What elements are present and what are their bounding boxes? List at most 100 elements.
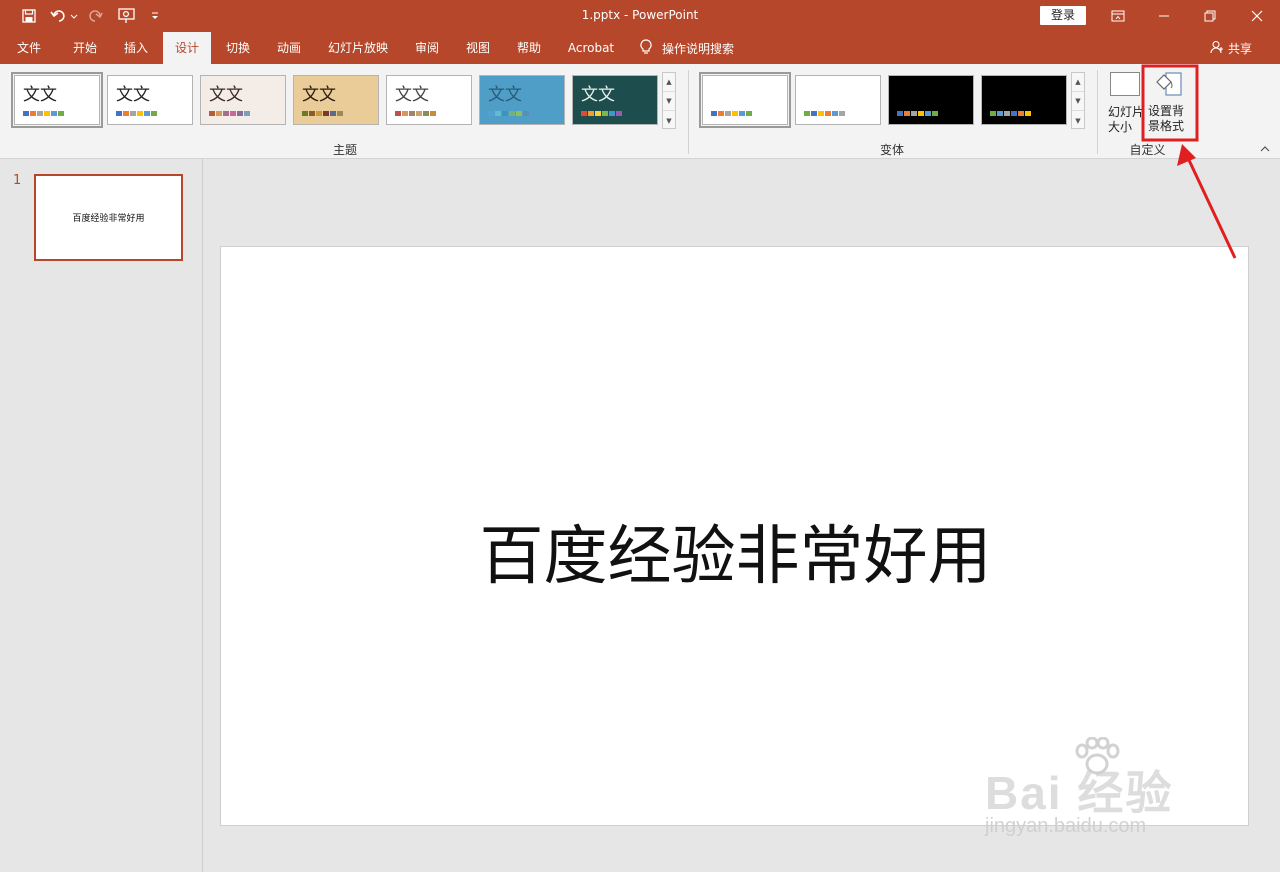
- color-swatch: [609, 111, 615, 116]
- color-swatch: [409, 111, 415, 116]
- collapse-ribbon-icon[interactable]: [1259, 143, 1273, 155]
- variant-4[interactable]: [981, 75, 1067, 125]
- theme-sample-text: 文文: [23, 85, 57, 105]
- themes-group-label: 主题: [332, 143, 357, 157]
- slide-size-button[interactable]: 幻灯片 大小: [1104, 70, 1144, 138]
- ribbon-display-options-icon[interactable]: [1095, 0, 1141, 32]
- start-from-beginning-icon[interactable]: [116, 6, 138, 26]
- tab-slideshow[interactable]: 幻灯片放映: [318, 32, 398, 64]
- slide-title-text[interactable]: 百度经验非常好用: [221, 505, 1250, 597]
- theme-color-swatches: [488, 111, 529, 116]
- minimize-icon[interactable]: [1141, 0, 1187, 32]
- customize-group-label: 自定义: [1129, 143, 1166, 157]
- scroll-up-icon[interactable]: ▲: [1072, 73, 1084, 92]
- color-swatch: [897, 111, 903, 116]
- color-swatch: [1011, 111, 1017, 116]
- tab-view[interactable]: 视图: [454, 32, 502, 64]
- group-divider: [1097, 70, 1098, 154]
- color-swatch: [711, 111, 717, 116]
- color-swatch: [739, 111, 745, 116]
- watermark-url: jingyan.baidu.com: [985, 815, 1147, 837]
- theme-sample-text: 文文: [302, 85, 336, 105]
- variants-group-label: 变体: [879, 143, 904, 157]
- color-swatch: [990, 111, 996, 116]
- theme-sample-text: 文文: [209, 85, 243, 105]
- format-background-icon: [1154, 70, 1184, 100]
- theme-blue-pattern[interactable]: 文文: [479, 75, 565, 125]
- color-swatch: [904, 111, 910, 116]
- slide-thumbnail-panel: 1 百度经验非常好用: [0, 159, 203, 872]
- tab-home[interactable]: 开始: [60, 32, 110, 64]
- save-icon[interactable]: [18, 6, 40, 26]
- login-button[interactable]: 登录: [1040, 6, 1086, 25]
- color-swatch: [423, 111, 429, 116]
- format-background-button[interactable]: 设置背 景格式: [1144, 68, 1196, 140]
- color-swatch: [725, 111, 731, 116]
- tab-design[interactable]: 设计: [163, 32, 211, 64]
- tab-insert[interactable]: 插入: [112, 32, 160, 64]
- gallery-more-icon[interactable]: ▼: [1072, 111, 1084, 130]
- gallery-more-icon[interactable]: ▼: [663, 111, 675, 130]
- scroll-down-icon[interactable]: ▼: [1072, 92, 1084, 111]
- color-swatch: [223, 111, 229, 116]
- theme-office[interactable]: 文文: [11, 72, 103, 128]
- color-swatch: [581, 111, 587, 116]
- slide-thumbnail[interactable]: 百度经验非常好用: [34, 174, 183, 261]
- theme-color-swatches: [395, 111, 436, 116]
- tab-transitions[interactable]: 切换: [214, 32, 262, 64]
- color-swatch: [137, 111, 143, 116]
- variant-color-swatches: [804, 111, 845, 116]
- color-swatch: [918, 111, 924, 116]
- theme-orange-line[interactable]: 文文: [386, 75, 472, 125]
- color-swatch: [997, 111, 1003, 116]
- group-divider: [688, 70, 689, 154]
- tab-file[interactable]: 文件: [4, 32, 54, 64]
- color-swatch: [825, 111, 831, 116]
- color-swatch: [309, 111, 315, 116]
- color-swatch: [130, 111, 136, 116]
- share-label: 共享: [1228, 41, 1253, 56]
- color-swatch: [230, 111, 236, 116]
- tell-me-label: 操作说明搜索: [662, 41, 735, 56]
- color-swatch: [216, 111, 222, 116]
- tab-acrobat[interactable]: Acrobat: [560, 32, 622, 64]
- close-icon[interactable]: [1234, 0, 1280, 32]
- color-swatch: [804, 111, 810, 116]
- ribbon-tab-bar: 文件 开始 插入 设计 切换 动画 幻灯片放映 审阅 视图 帮助 Acrobat…: [0, 32, 1280, 64]
- restore-icon[interactable]: [1187, 0, 1233, 32]
- themes-gallery-scroll[interactable]: ▲ ▼ ▼: [662, 72, 676, 129]
- tab-animations[interactable]: 动画: [264, 32, 314, 64]
- undo-icon[interactable]: [48, 6, 80, 26]
- theme-office-2[interactable]: 文文: [107, 75, 193, 125]
- scroll-down-icon[interactable]: ▼: [663, 92, 675, 111]
- theme-dark-teal[interactable]: 文文: [572, 75, 658, 125]
- color-swatch: [58, 111, 64, 116]
- variant-3[interactable]: [888, 75, 974, 125]
- theme-color-swatches: [302, 111, 343, 116]
- color-swatch: [302, 111, 308, 116]
- variant-2[interactable]: [795, 75, 881, 125]
- color-swatch: [337, 111, 343, 116]
- theme-color-swatches: [116, 111, 157, 116]
- color-swatch: [932, 111, 938, 116]
- theme-sample-text: 文文: [116, 85, 150, 105]
- variants-gallery-scroll[interactable]: ▲ ▼ ▼: [1071, 72, 1085, 129]
- theme-color-swatches: [209, 111, 250, 116]
- theme-pink[interactable]: 文文: [200, 75, 286, 125]
- color-swatch: [1004, 111, 1010, 116]
- color-swatch: [209, 111, 215, 116]
- slide-size-label: 幻灯片 大小: [1108, 105, 1145, 134]
- tab-help[interactable]: 帮助: [505, 32, 553, 64]
- share-button[interactable]: 共享: [1210, 32, 1252, 64]
- redo-icon[interactable]: [86, 6, 106, 26]
- format-background-label: 设置背 景格式: [1148, 104, 1185, 133]
- color-swatch: [44, 111, 50, 116]
- color-swatch: [116, 111, 122, 116]
- color-swatch: [839, 111, 845, 116]
- variant-1[interactable]: [699, 72, 791, 128]
- scroll-up-icon[interactable]: ▲: [663, 73, 675, 92]
- tab-review[interactable]: 审阅: [402, 32, 452, 64]
- tell-me-search[interactable]: 操作说明搜索: [640, 32, 734, 64]
- customize-qat-icon[interactable]: [146, 6, 164, 26]
- theme-wood[interactable]: 文文: [293, 75, 379, 125]
